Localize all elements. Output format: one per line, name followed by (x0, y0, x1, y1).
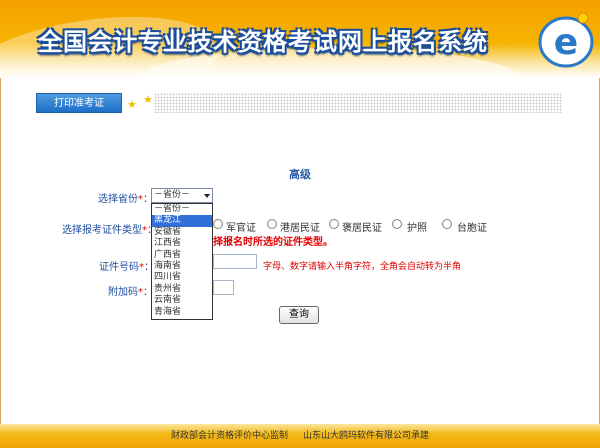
star-icon: ★ (143, 93, 153, 106)
radio-military-id[interactable] (213, 219, 223, 229)
province-option[interactable]: 四川省 (152, 272, 212, 283)
print-admission-ticket-tab[interactable]: 打印准考证 (36, 93, 122, 113)
extra-code-label: 附加码*： (108, 287, 153, 298)
chevron-down-icon (204, 194, 210, 198)
province-option[interactable]: 江西省 (152, 238, 212, 249)
svg-text:e: e (554, 22, 578, 63)
province-option[interactable]: 青海省 (152, 307, 212, 318)
footer-supervisor: 财政部会计资格评价中心监制 (171, 431, 289, 441)
province-option[interactable]: 云南省 (152, 295, 212, 306)
star-icon: ★ (127, 98, 137, 111)
extra-code-input[interactable] (213, 280, 234, 295)
id-number-label: 证件号码*： (99, 262, 154, 273)
id-type-warning: 择报名时所选的证件类型。 (213, 237, 333, 248)
id-type-label: 选择报考证件类型*： (62, 225, 157, 236)
footer-developer: 山东山大鸥玛软件有限公司承建 (302, 431, 429, 441)
radio-macau-resident-id[interactable] (329, 219, 339, 229)
form-heading: 高级 (289, 168, 311, 181)
id-number-input[interactable] (213, 254, 257, 269)
footer-bar: 财政部会计资格评价中心监制 山东山大鸥玛软件有限公司承建 (0, 424, 600, 448)
radio-label: 褒居民证 (342, 223, 382, 234)
nav-dotted-strip (154, 93, 562, 113)
radio-taiwan-compatriot-id[interactable] (442, 219, 452, 229)
e-logo-icon: e (538, 12, 594, 68)
radio-label: 护照 (407, 223, 427, 234)
header-banner: 全国会计专业技术资格考试网上报名系统 e (0, 0, 600, 78)
query-button[interactable]: 查询 (279, 306, 319, 324)
province-option[interactable]: －省份－ (152, 204, 212, 215)
radio-passport[interactable] (392, 219, 402, 229)
province-dropdown-list: －省份－ 黑龙江 安徽省 江西省 广西省 海南省 四川省 贵州省 云南省 青海省 (151, 203, 213, 320)
radio-label: 台胞证 (457, 223, 487, 234)
system-title: 全国会计专业技术资格考试网上报名系统 (38, 28, 488, 56)
radio-label: 军官证 (226, 223, 256, 234)
radio-label: 港居民证 (280, 223, 320, 234)
nav-bar: 打印准考证 (36, 93, 562, 113)
province-label: 选择省份*： (98, 194, 153, 205)
province-option[interactable]: 海南省 (152, 261, 212, 272)
radio-hk-resident-id[interactable] (267, 219, 277, 229)
province-option[interactable]: 安徽省 (152, 227, 212, 238)
province-option[interactable]: 广西省 (152, 250, 212, 261)
id-number-hint: 字母、数字请输入半角字符，全角会自动转为半角 (263, 262, 462, 272)
province-option-selected[interactable]: 黑龙江 (152, 215, 212, 227)
province-select[interactable]: －省份－ (151, 188, 213, 203)
province-option[interactable]: 贵州省 (152, 284, 212, 295)
